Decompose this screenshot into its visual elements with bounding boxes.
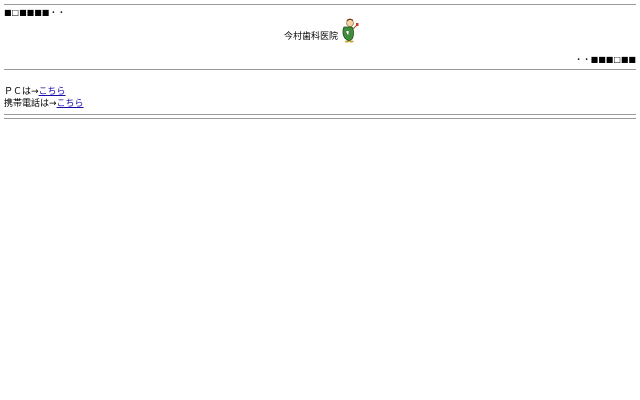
pc-link-prefix: ＰＣは→ bbox=[4, 87, 39, 97]
top-divider bbox=[4, 4, 636, 5]
middle-divider bbox=[4, 69, 636, 70]
mobile-link-row: 携帯電話は→こちら bbox=[4, 98, 84, 110]
bottom-divider-2 bbox=[4, 118, 636, 119]
tooth-mascot-icon bbox=[338, 17, 360, 43]
mobile-link[interactable]: こちら bbox=[57, 99, 84, 109]
top-left-decoration: ■□■■■■・・ bbox=[4, 8, 66, 17]
bottom-divider-1 bbox=[4, 114, 636, 115]
page: ■□■■■■・・ 今村歯科医院 ・・■■■□■■ ＰＣは→こちら 携帯電話は→こ… bbox=[0, 0, 640, 400]
pc-link[interactable]: こちら bbox=[39, 87, 66, 97]
device-links: ＰＣは→こちら 携帯電話は→こちら bbox=[4, 86, 84, 110]
clinic-title: 今村歯科医院 bbox=[284, 32, 339, 42]
right-decoration: ・・■■■□■■ bbox=[574, 55, 636, 64]
pc-link-row: ＰＣは→こちら bbox=[4, 86, 84, 98]
mobile-link-prefix: 携帯電話は→ bbox=[4, 99, 57, 109]
